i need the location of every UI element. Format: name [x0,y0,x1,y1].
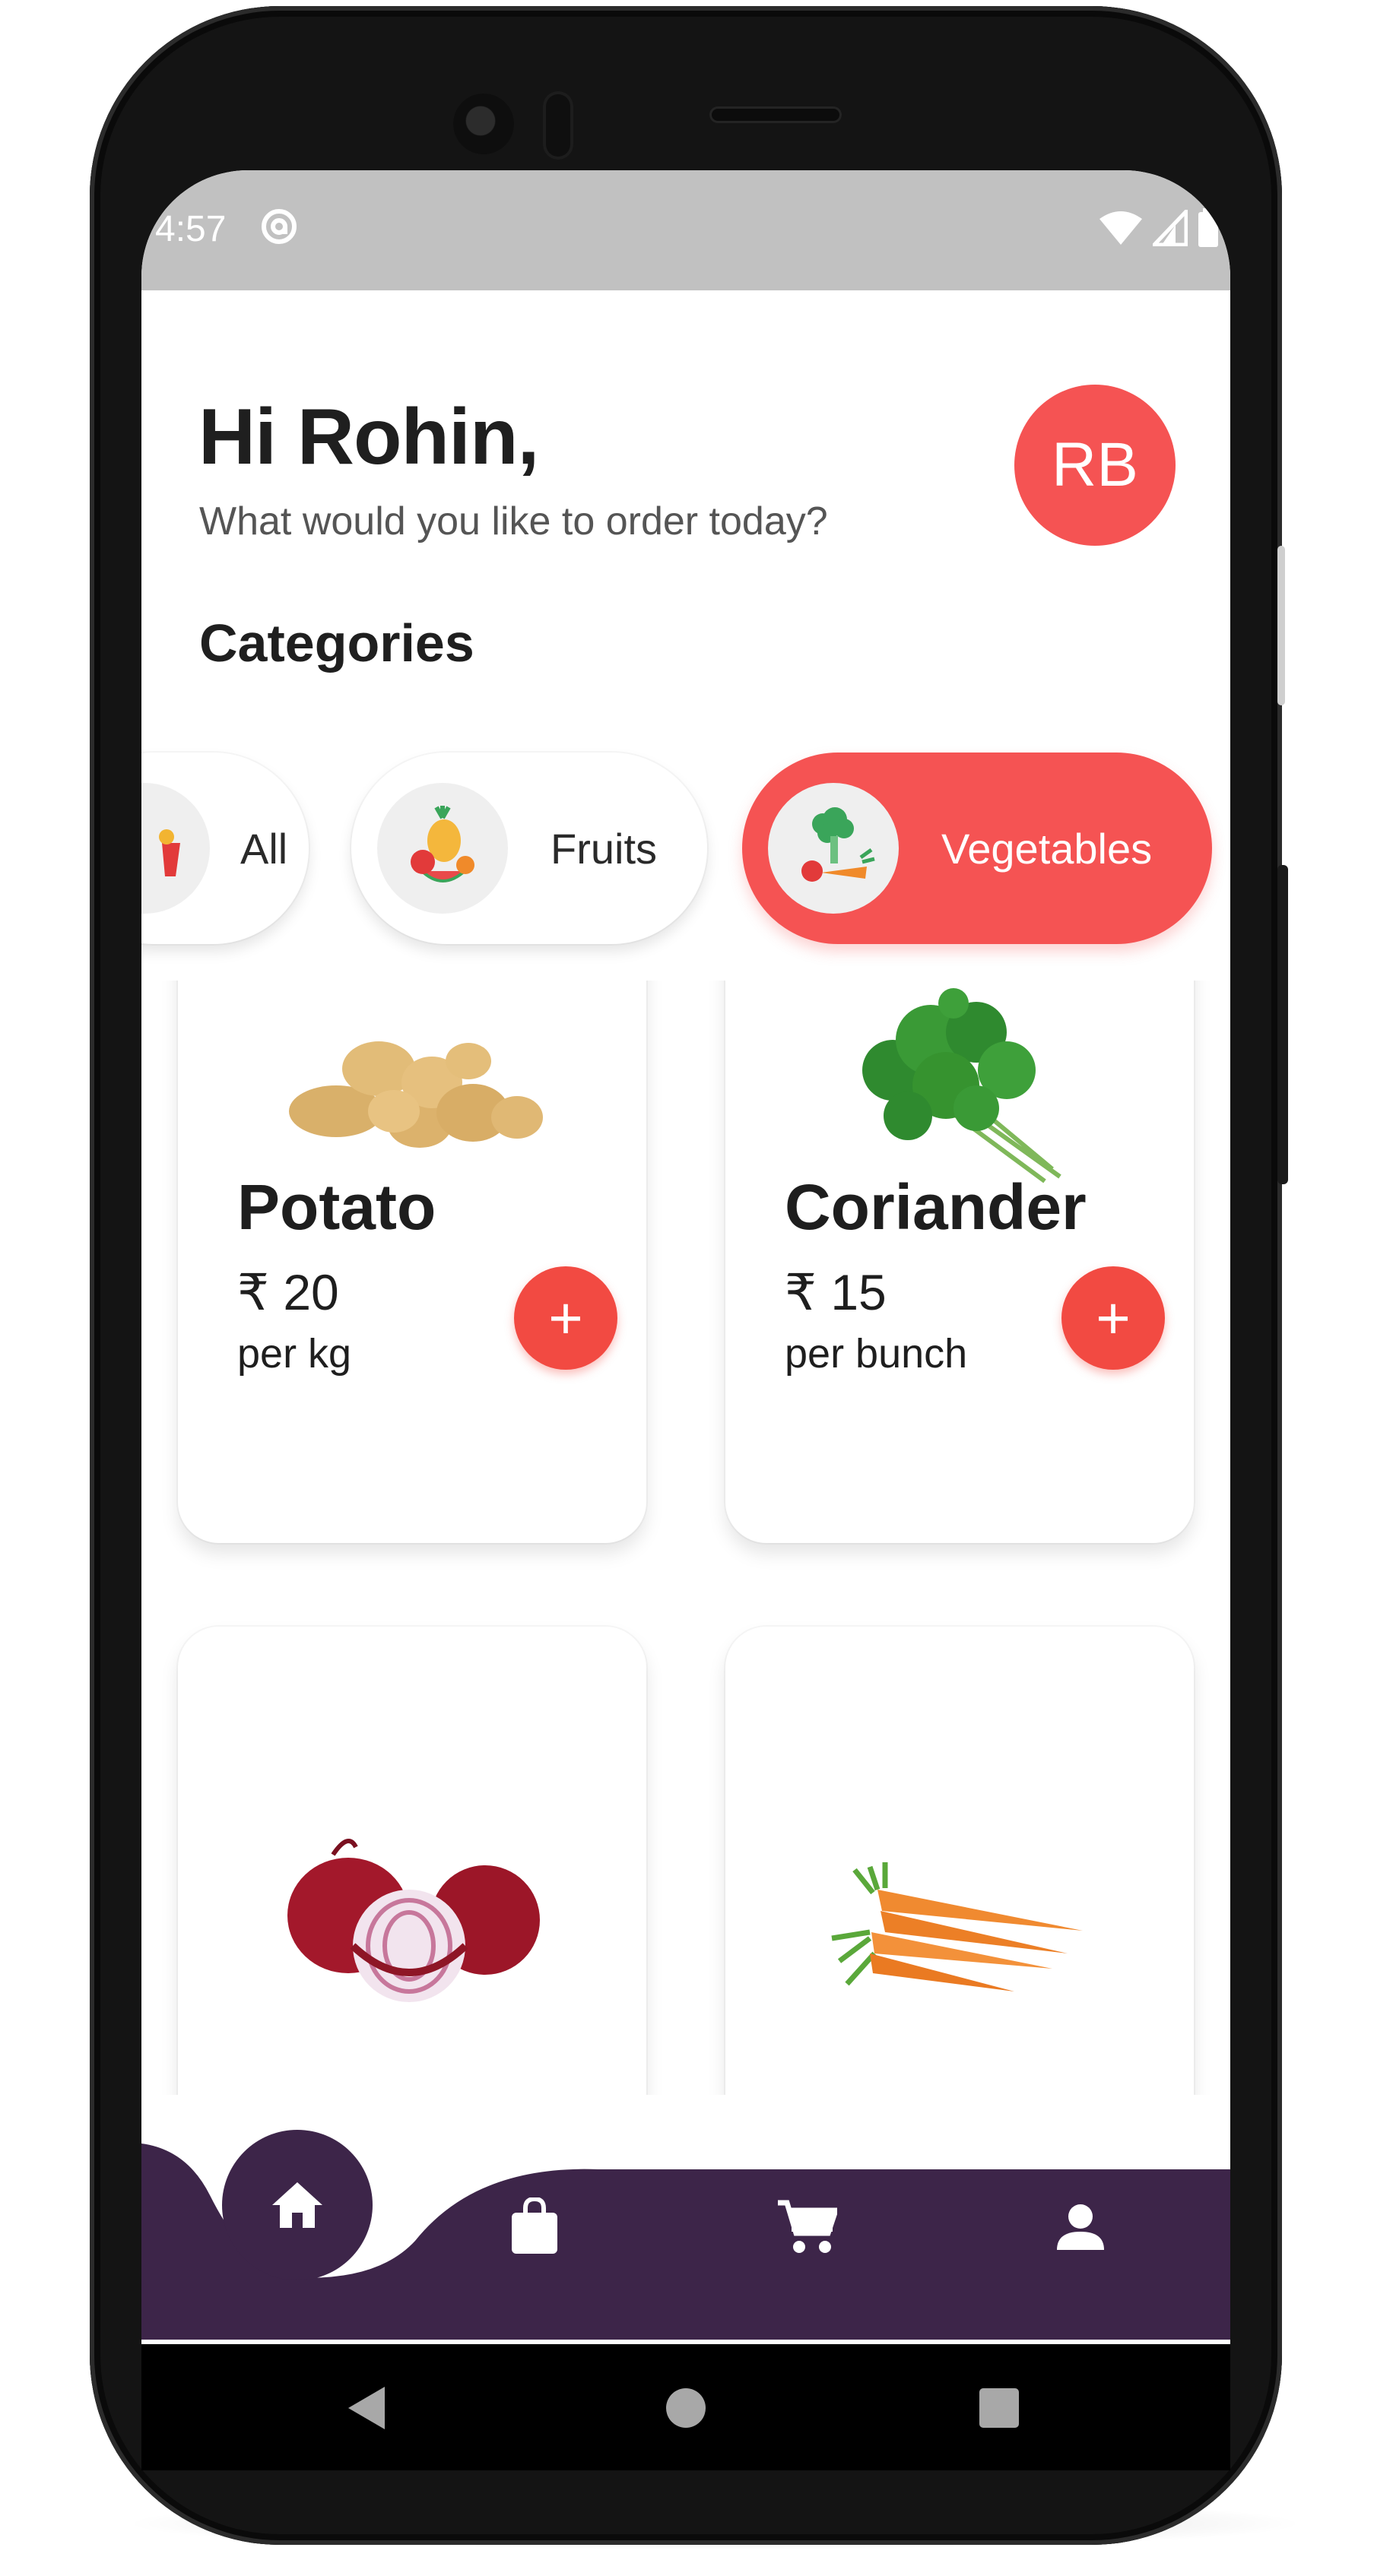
product-card-potato[interactable]: Potato ₹ 20 per kg + [178,981,646,1543]
avatar-initials: RB [1052,430,1138,499]
category-label: Fruits [551,824,657,873]
cart-icon [778,2200,837,2253]
proximity-sensor [543,91,573,160]
product-name: Coriander [785,1171,1087,1243]
product-price: ₹ 15 [785,1264,887,1320]
front-camera [453,93,514,154]
product-card-onion[interactable] [178,1627,646,2095]
status-icons [1098,207,1220,249]
onion-image [287,1839,540,2002]
add-to-cart-button[interactable]: + [1061,1266,1165,1370]
recents-icon[interactable] [979,2388,1019,2428]
add-to-cart-button[interactable]: + [514,1266,617,1370]
categories-title: Categories [199,613,474,673]
avatar[interactable]: RB [1014,385,1176,546]
category-chip-all[interactable]: All [141,753,309,944]
category-chip-vegetables[interactable]: Vegetables [742,753,1212,944]
volume-button [1277,865,1288,1184]
nav-profile-button[interactable] [1039,2185,1122,2268]
greeting-title: Hi Rohin, [198,393,539,481]
system-nav-bar [141,2344,1230,2470]
status-time: 4:57 [155,209,227,249]
product-unit: per kg [237,1331,352,1377]
potato-image [289,1041,543,1148]
product-card-coriander[interactable]: Coriander ₹ 15 per bunch + [725,981,1194,1543]
nav-cart-button[interactable] [765,2185,849,2268]
product-card-carrot[interactable] [725,1627,1194,2095]
at-sign-icon [262,209,297,244]
product-name: Potato [237,1171,436,1243]
back-icon[interactable] [347,2385,386,2431]
category-label: All [240,824,288,873]
home-icon [272,2182,322,2228]
status-bar: 4:57 [141,170,1230,290]
wifi-icon [1099,211,1142,245]
shopping-bag-icon [512,2197,557,2254]
coriander-image [862,988,1061,1183]
basket-icon [141,783,210,914]
carrot-image [831,1862,1083,1991]
signal-icon [1153,210,1188,246]
home-circle-icon[interactable] [665,2387,707,2429]
product-grid: Potato ₹ 20 per kg + Coriander ₹ 15 per … [141,981,1230,2095]
category-chip-fruits[interactable]: Fruits [351,753,707,944]
greeting-subtitle: What would you like to order today? [199,499,828,543]
app-screen: 4:57 Hi Rohin, What would you like to or… [141,170,1230,2344]
person-icon [1057,2204,1104,2250]
fruits-icon [377,783,508,914]
product-unit: per bunch [785,1331,968,1377]
earpiece-speaker [709,106,842,123]
nav-bag-button[interactable] [493,2185,576,2268]
product-price: ₹ 20 [237,1264,339,1320]
vegetables-icon [768,783,899,914]
nav-home-button[interactable] [222,2130,373,2280]
category-label: Vegetables [941,824,1153,873]
battery-icon [1198,208,1218,247]
power-button [1277,546,1285,705]
